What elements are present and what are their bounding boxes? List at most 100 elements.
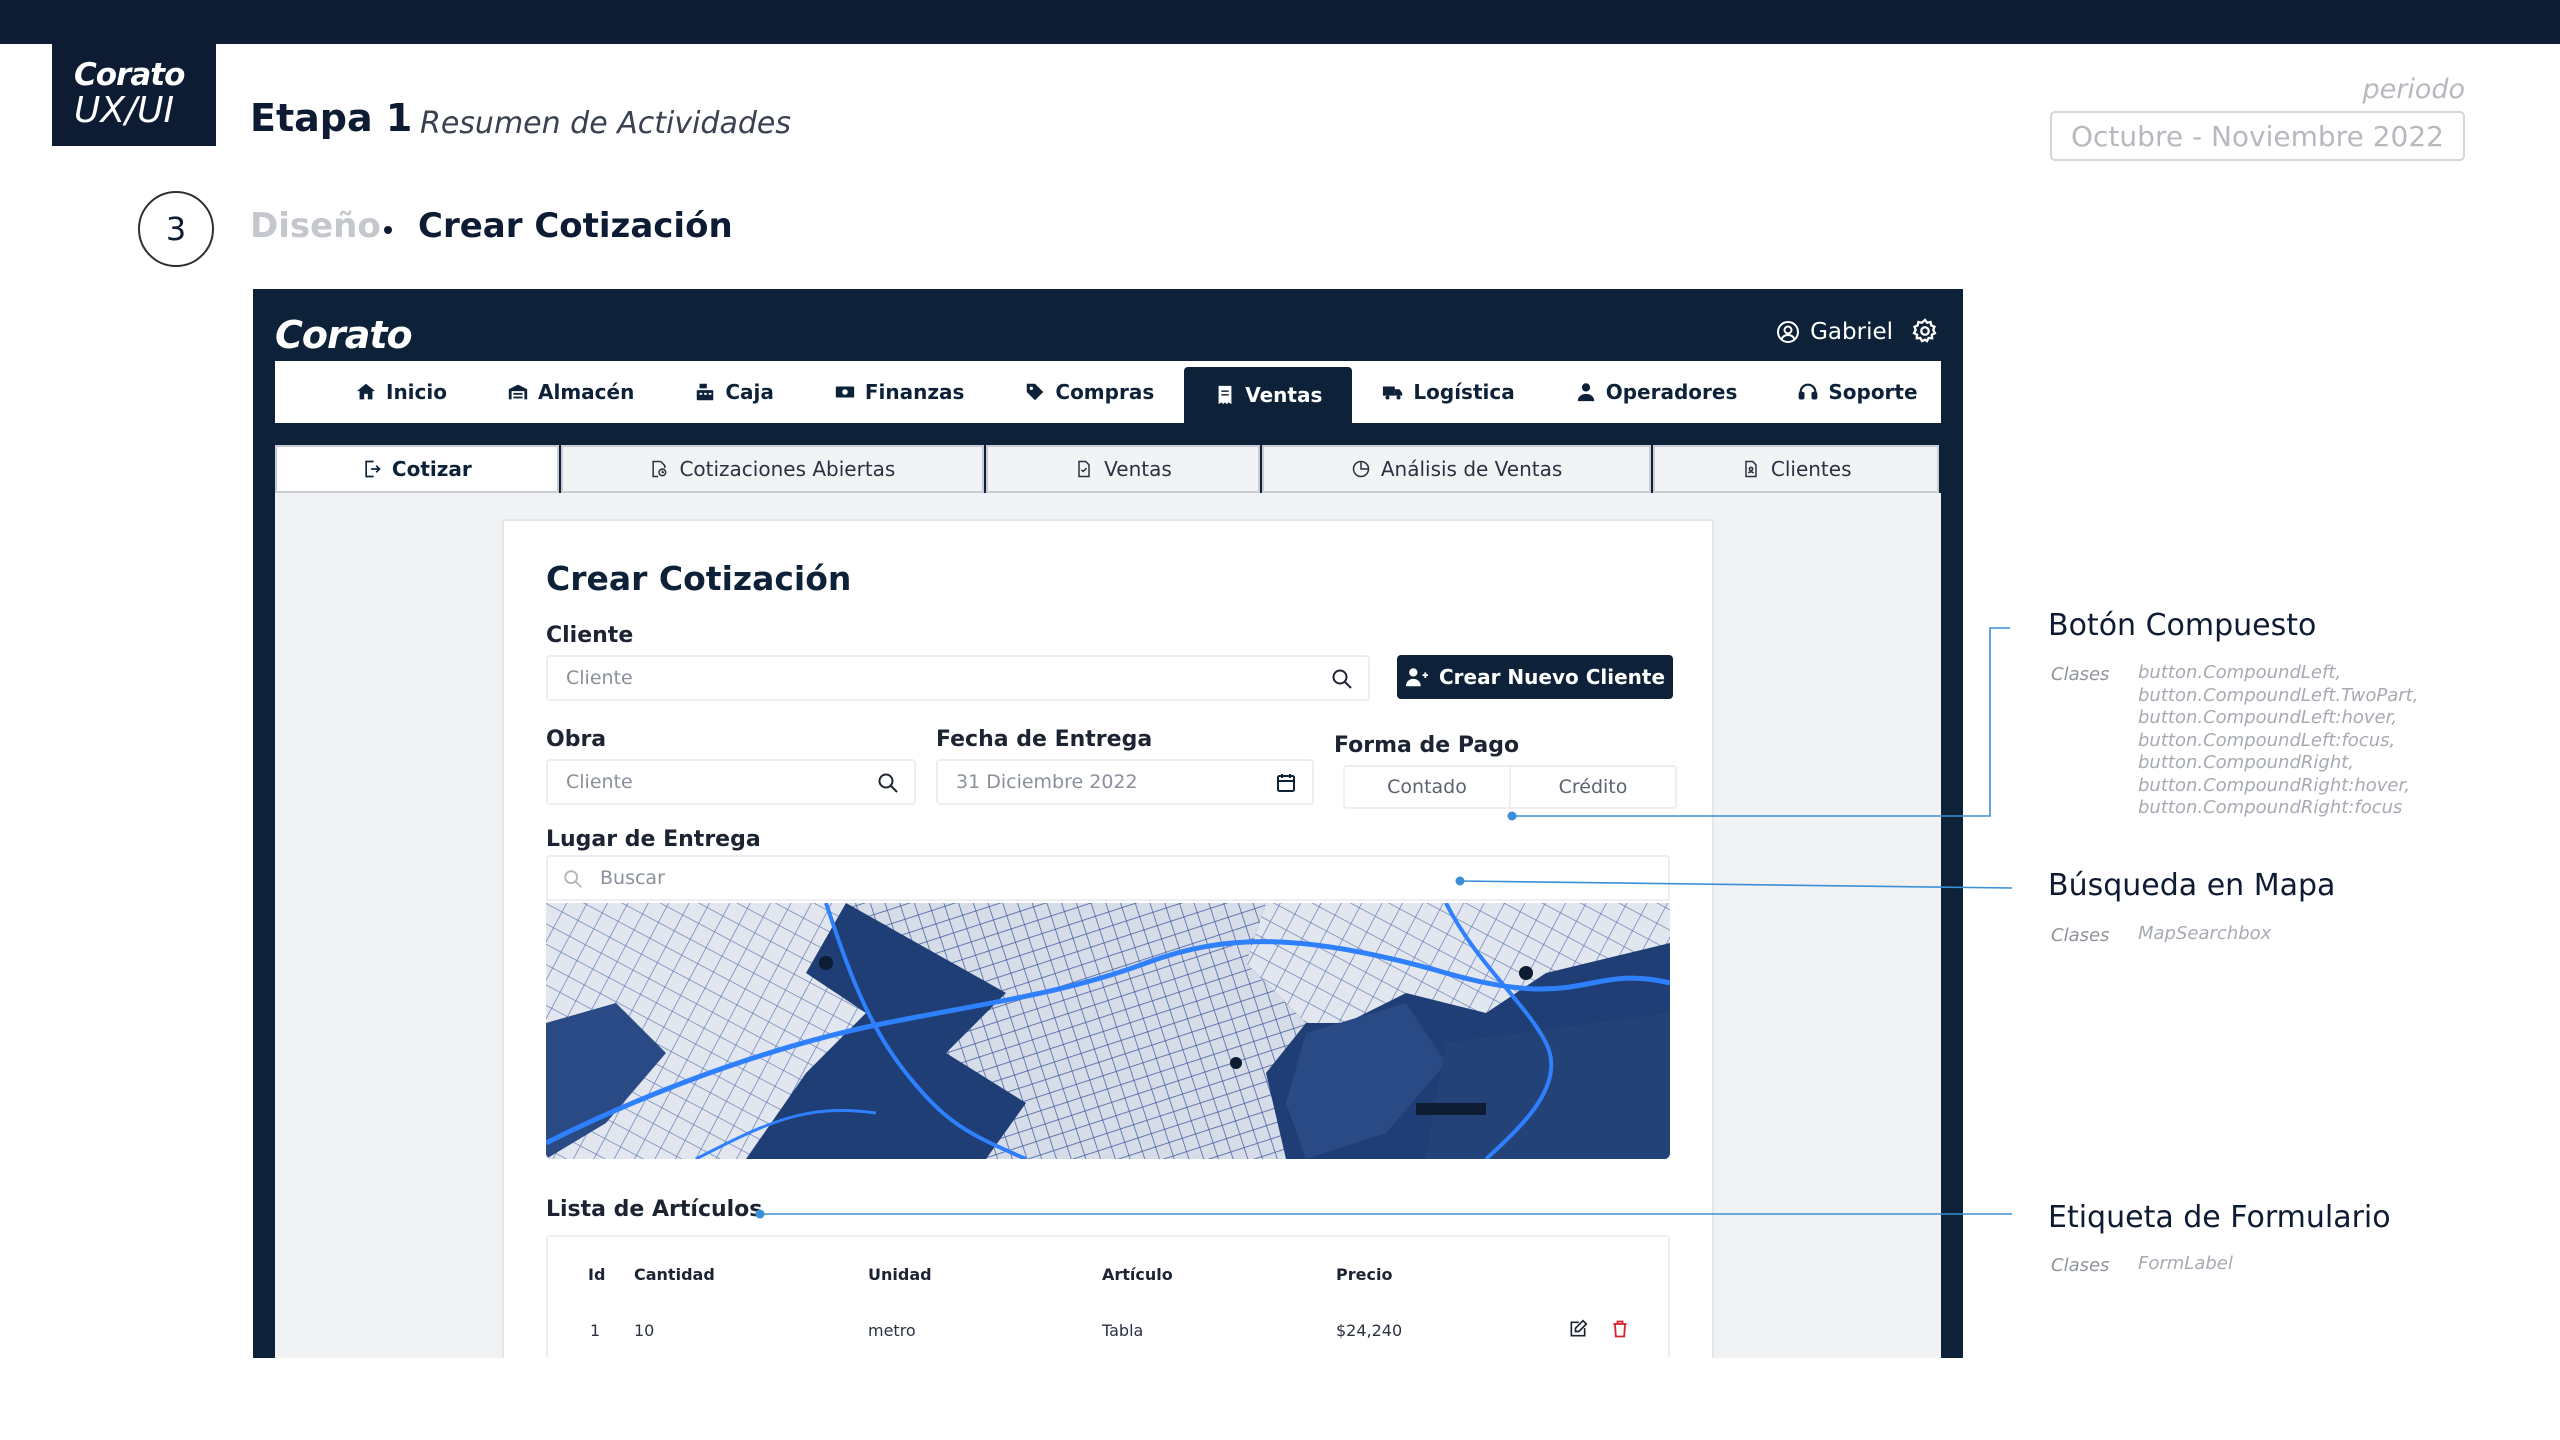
annotation-classes-key: Clases bbox=[2051, 664, 2110, 685]
nav-item-almacen[interactable]: Almacén bbox=[477, 361, 664, 423]
warehouse-icon bbox=[508, 384, 528, 400]
breadcrumb-section: Diseño bbox=[250, 206, 381, 246]
trash-icon[interactable] bbox=[1610, 1319, 1630, 1339]
class-name: button.CompoundLeft.TwoPart, bbox=[2138, 684, 2419, 706]
breadcrumb-separator bbox=[384, 226, 392, 234]
content-area: Crear Cotización Cliente Cliente Crear N… bbox=[275, 493, 1941, 1358]
tab-analisis-de-ventas[interactable]: Análisis de Ventas bbox=[1261, 445, 1652, 493]
annotation-classes-key: Clases bbox=[2051, 1255, 2110, 1276]
crear-nuevo-cliente-button[interactable]: Crear Nuevo Cliente bbox=[1397, 655, 1673, 699]
home-icon bbox=[356, 383, 376, 400]
tab-label: Clientes bbox=[1770, 457, 1852, 481]
nav-label: Ventas bbox=[1245, 383, 1323, 407]
search-icon bbox=[564, 870, 582, 888]
tab-label: Cotizaciones Abiertas bbox=[679, 457, 896, 481]
corato-uxui-logo: Corato UX/UI bbox=[52, 44, 216, 146]
chart-pie-icon bbox=[1352, 460, 1370, 478]
form-title: Crear Cotización bbox=[546, 559, 852, 598]
nav-item-logistica[interactable]: Logística bbox=[1352, 361, 1544, 423]
document-icon bbox=[1078, 460, 1090, 478]
obra-label: Obra bbox=[546, 727, 607, 752]
nav-label: Finanzas bbox=[864, 380, 965, 404]
open-quotes-icon bbox=[652, 460, 667, 478]
nav-label: Soporte bbox=[1828, 380, 1918, 404]
class-name: button.CompoundLeft, bbox=[2138, 662, 2342, 683]
cliente-label: Cliente bbox=[546, 623, 634, 648]
receipt-icon bbox=[1218, 385, 1232, 405]
map-search-placeholder: Buscar bbox=[600, 867, 665, 889]
tab-cotizar[interactable]: Cotizar bbox=[275, 445, 559, 493]
column-header: Unidad bbox=[868, 1265, 932, 1284]
nav-label: Caja bbox=[725, 380, 774, 404]
quote-icon bbox=[365, 460, 381, 478]
tab-ventas[interactable]: Ventas bbox=[986, 445, 1260, 493]
obra-placeholder: Cliente bbox=[566, 771, 633, 793]
credito-option[interactable]: Crédito bbox=[1509, 767, 1675, 807]
annotation-class-name: FormLabel bbox=[2138, 1253, 2233, 1274]
sub-tabs: Cotizar Cotizaciones Abiertas Ventas Aná… bbox=[275, 445, 1941, 493]
nav-item-compras[interactable]: Compras bbox=[994, 361, 1184, 423]
column-header: Id bbox=[588, 1265, 606, 1284]
column-header: Artículo bbox=[1102, 1265, 1173, 1284]
nav-item-inicio[interactable]: Inicio bbox=[325, 361, 477, 423]
column-header: Precio bbox=[1336, 1265, 1393, 1284]
breadcrumb-page: Crear Cotización bbox=[418, 206, 733, 246]
search-icon[interactable] bbox=[1330, 667, 1354, 691]
step-number: 3 bbox=[138, 191, 214, 267]
fecha-input[interactable]: 31 Diciembre 2022 bbox=[936, 759, 1314, 805]
truck-icon bbox=[1383, 386, 1403, 400]
top-bar bbox=[0, 0, 2560, 44]
table-cell: $24,240 bbox=[1336, 1321, 1403, 1340]
obra-input[interactable]: Cliente bbox=[546, 759, 916, 805]
cliente-placeholder: Cliente bbox=[566, 667, 633, 689]
fecha-value: 31 Diciembre 2022 bbox=[956, 771, 1138, 793]
lista-de-articulos-label: Lista de Artículos bbox=[546, 1197, 763, 1222]
nav-label: Almacén bbox=[538, 380, 635, 404]
add-user-icon bbox=[1405, 668, 1429, 687]
nav-label: Compras bbox=[1055, 380, 1155, 404]
period-label: periodo bbox=[2362, 74, 2465, 105]
lugar-de-entrega-label: Lugar de Entrega bbox=[546, 827, 761, 852]
user-name: Gabriel bbox=[1810, 319, 1893, 345]
app-window: Corato Gabriel Inicio Almacén Caja Finan… bbox=[253, 289, 1963, 1358]
tab-label: Cotizar bbox=[391, 457, 472, 481]
tab-label: Ventas bbox=[1104, 457, 1172, 481]
user-menu[interactable]: Gabriel bbox=[1776, 319, 1893, 345]
contado-option[interactable]: Contado bbox=[1345, 767, 1509, 807]
class-name: button.CompoundRight:focus bbox=[2138, 797, 2403, 818]
class-name: button.CompoundRight, bbox=[2138, 752, 2355, 773]
forma-de-pago-label: Forma de Pago bbox=[1334, 733, 1520, 758]
table-cell: metro bbox=[868, 1321, 916, 1340]
annotation-classes-list: button.CompoundLeft, button.CompoundLeft… bbox=[2138, 662, 2418, 820]
annotation-title-form-label: Etiqueta de Formulario bbox=[2048, 1200, 2391, 1235]
logo-line-1: Corato bbox=[74, 57, 185, 93]
forma-de-pago-compound-button: Contado Crédito bbox=[1343, 765, 1677, 809]
user-icon bbox=[1577, 383, 1594, 402]
nav-item-soporte[interactable]: Soporte bbox=[1767, 361, 1947, 423]
hamburger-menu-button[interactable] bbox=[1948, 361, 1963, 423]
user-circle-icon bbox=[1777, 321, 1800, 343]
nav-item-operadores[interactable]: Operadores bbox=[1545, 361, 1768, 423]
table-cell: 10 bbox=[634, 1321, 655, 1340]
edit-icon[interactable] bbox=[1568, 1319, 1588, 1339]
nav-label: Logística bbox=[1413, 380, 1515, 404]
stage-subtitle: Resumen de Actividades bbox=[420, 106, 791, 141]
class-name: button.CompoundLeft:hover, bbox=[2138, 707, 2398, 728]
gear-icon[interactable] bbox=[1911, 317, 1939, 345]
nav-item-caja[interactable]: Caja bbox=[664, 361, 804, 423]
nav-item-ventas[interactable]: Ventas bbox=[1184, 367, 1353, 423]
calendar-icon[interactable] bbox=[1274, 771, 1298, 795]
delivery-map[interactable] bbox=[546, 903, 1670, 1159]
class-name: button.CompoundLeft:focus, bbox=[2138, 729, 2396, 751]
logo-line-2: UX/UI bbox=[74, 90, 175, 131]
client-file-icon bbox=[1745, 460, 1757, 478]
nav-item-finanzas[interactable]: Finanzas bbox=[804, 361, 995, 423]
search-icon[interactable] bbox=[876, 771, 900, 795]
cliente-input[interactable]: Cliente bbox=[546, 655, 1370, 701]
tab-clientes[interactable]: Clientes bbox=[1653, 445, 1939, 493]
tab-cotizaciones-abiertas[interactable]: Cotizaciones Abiertas bbox=[560, 445, 985, 493]
tab-label: Análisis de Ventas bbox=[1380, 457, 1563, 481]
menu-icon bbox=[1962, 385, 1963, 400]
map-search-input[interactable]: Buscar bbox=[546, 855, 1670, 901]
period-value: Octubre - Noviembre 2022 bbox=[2050, 111, 2465, 161]
